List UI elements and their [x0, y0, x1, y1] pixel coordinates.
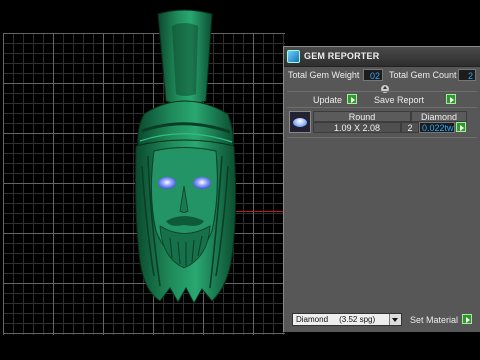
total-gem-weight-label: Total Gem Weight [288, 70, 360, 80]
save-report-button-label: Save Report [374, 95, 425, 105]
chevron-down-icon[interactable] [389, 314, 401, 325]
gem-size-cell: 1.09 X 2.08 [313, 122, 401, 133]
total-gem-count-value: 2 [458, 69, 476, 81]
gem-shape-cell: Round [313, 111, 411, 122]
gem-reporter-panel: GEM REPORTER Total Gem Weight 02 Total G… [283, 46, 480, 332]
set-material-label: Set Material [410, 315, 459, 325]
round-diamond-thumbnail[interactable] [289, 111, 311, 133]
total-gem-weight-value: 02 [363, 69, 383, 81]
jesus-pendant-model[interactable] [120, 6, 250, 311]
gem-count-cell: 2 [401, 122, 419, 133]
collapse-arrow-icon[interactable] [380, 84, 390, 94]
divider [287, 107, 477, 108]
divider [287, 91, 477, 92]
gem-weight-cell: 0.022tw [419, 122, 455, 133]
divider [287, 137, 477, 138]
panel-titlebar[interactable]: GEM REPORTER [284, 47, 480, 67]
set-material-button[interactable] [462, 314, 472, 324]
update-button-label: Update [313, 95, 343, 105]
panel-title: GEM REPORTER [304, 51, 380, 61]
gem-material-cell: Diamond [411, 111, 467, 122]
gem-reporter-app-icon [287, 50, 300, 63]
material-select-value: Diamond (3.52 spg) [296, 315, 376, 324]
gem-list: Round Diamond 1.09 X 2.08 2 0.022tw [289, 111, 475, 135]
gem-row-go-button[interactable] [456, 122, 466, 132]
update-button[interactable] [347, 94, 357, 104]
material-select[interactable]: Diamond (3.52 spg) [292, 313, 402, 326]
save-report-button[interactable] [446, 94, 456, 104]
total-gem-count-label: Total Gem Count [389, 70, 457, 80]
